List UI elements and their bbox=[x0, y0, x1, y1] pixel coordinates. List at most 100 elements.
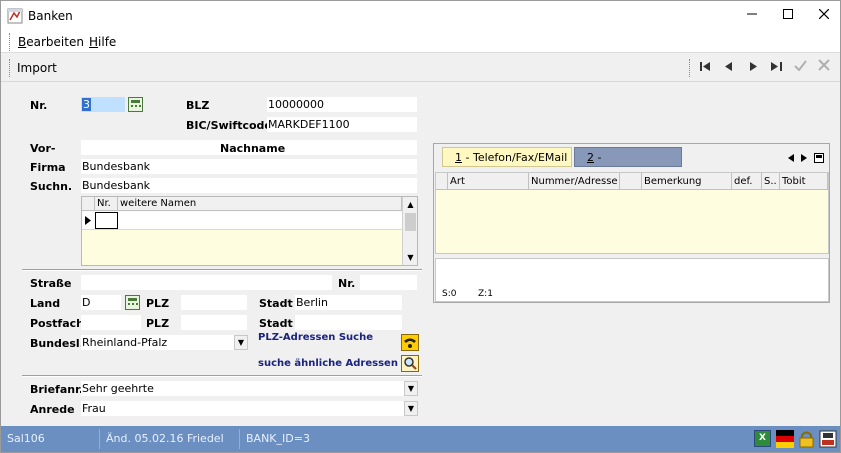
phone-col-bemerkung: Bemerkung bbox=[642, 173, 732, 190]
status-user: Sal106 bbox=[7, 432, 45, 445]
menu-hilfe-mnemonic: H bbox=[89, 35, 99, 49]
prev-icon bbox=[725, 62, 732, 71]
menu-bearbeiten-mnemonic: B bbox=[18, 35, 27, 49]
import-button[interactable]: Import bbox=[17, 61, 57, 75]
briefanrede-select[interactable]: Sehr geehrte bbox=[81, 381, 404, 396]
anrede-select[interactable]: Frau bbox=[81, 401, 404, 416]
suchn-label: Suchn. bbox=[30, 180, 73, 193]
phone-col-blank bbox=[620, 173, 642, 190]
blz-label: BLZ bbox=[186, 99, 210, 112]
stadt2-label: Stadt bbox=[259, 317, 293, 330]
prev-record-button[interactable] bbox=[720, 59, 738, 77]
nr-label: Nr. bbox=[30, 99, 48, 112]
postfach-stadt-field[interactable] bbox=[295, 315, 402, 330]
next-icon bbox=[750, 62, 757, 71]
post-horn-icon[interactable] bbox=[401, 334, 419, 351]
first-record-button[interactable] bbox=[696, 59, 714, 77]
bic-label: BIC/Swiftcode bbox=[186, 119, 272, 132]
cancel-button[interactable] bbox=[815, 59, 833, 77]
menu-bar: Bearbeiten Hilfe bbox=[1, 31, 840, 53]
stadt-field[interactable]: Berlin bbox=[295, 295, 402, 310]
first-icon bbox=[699, 62, 710, 71]
nav-grip bbox=[689, 59, 691, 77]
names-grid-col-nr: Nr. bbox=[95, 197, 118, 211]
tab-telefon-number: 1 bbox=[455, 151, 462, 164]
phone-col-def: def. bbox=[732, 173, 762, 190]
maximize-button[interactable] bbox=[771, 1, 805, 31]
strasse-nr-label: Nr. bbox=[338, 277, 356, 290]
blz-field[interactable]: 10000000 bbox=[267, 97, 417, 112]
scroll-up-icon[interactable]: ▲ bbox=[403, 197, 418, 212]
confirm-button[interactable] bbox=[791, 59, 809, 77]
lock-icon[interactable] bbox=[798, 430, 815, 448]
tab-telefon-label: - Telefon/Fax/EMail bbox=[462, 151, 568, 164]
stadt-label: Stadt bbox=[259, 297, 293, 310]
land-field[interactable]: D bbox=[81, 295, 121, 310]
menu-hilfe[interactable]: Hilfe bbox=[89, 35, 116, 49]
magnifier-icon[interactable] bbox=[401, 355, 419, 372]
briefanrede-dropdown-icon[interactable]: ▼ bbox=[404, 381, 418, 396]
plz-field[interactable] bbox=[181, 295, 247, 310]
tab-scroll-right-icon[interactable] bbox=[801, 154, 807, 162]
strasse-field[interactable] bbox=[81, 275, 332, 290]
hausnr-field[interactable] bbox=[360, 275, 417, 290]
close-button[interactable] bbox=[807, 1, 841, 31]
plz-search-link[interactable]: PLZ-Adressen Suche bbox=[258, 332, 373, 343]
names-grid-scrollbar[interactable]: ▲ ▼ bbox=[402, 197, 417, 265]
similar-address-link[interactable]: suche ähnliche Adressen bbox=[258, 358, 398, 369]
anrede-label: Anrede bbox=[30, 403, 75, 416]
cancel-x-icon bbox=[818, 59, 830, 71]
tab-popout-icon[interactable] bbox=[814, 153, 824, 163]
scroll-thumb[interactable] bbox=[405, 213, 416, 231]
menu-bearbeiten[interactable]: Bearbeiten bbox=[18, 35, 84, 49]
maximize-icon bbox=[783, 9, 793, 19]
plz2-label: PLZ bbox=[146, 317, 170, 330]
bic-field[interactable]: MARKDEF1100 bbox=[267, 117, 417, 132]
contact-tab-panel: 1 - Telefon/Fax/EMail 2 - Bemerkungen Ar… bbox=[433, 143, 830, 303]
suchn-field[interactable]: Bundesbank bbox=[81, 178, 417, 193]
firma-field[interactable]: Bundesbank bbox=[81, 159, 417, 174]
bundesland-dropdown-icon[interactable]: ▼ bbox=[234, 335, 248, 350]
bundesland-select[interactable]: Rheinland-Pfalz bbox=[81, 335, 234, 350]
names-grid-corner bbox=[82, 197, 95, 211]
phone-detail-area[interactable]: S:0 Z:1 bbox=[435, 258, 829, 302]
table-row[interactable] bbox=[82, 212, 402, 230]
banken-window: Banken Bearbeiten Hilfe Import Nr. 3 BLZ… bbox=[0, 0, 841, 453]
next-record-button[interactable] bbox=[744, 59, 762, 77]
menu-hilfe-label: ilfe bbox=[98, 35, 117, 49]
nachname-label: Nachname bbox=[220, 142, 286, 155]
calculator-icon[interactable] bbox=[125, 295, 140, 310]
tab-bemerkungen[interactable]: 2 - Bemerkungen bbox=[574, 147, 682, 183]
menu-grip bbox=[9, 33, 11, 51]
status-bank-id: BANK_ID=3 bbox=[239, 429, 749, 449]
phone-grid-corner bbox=[436, 173, 448, 190]
names-grid-col-names: weitere Namen bbox=[118, 197, 402, 211]
tab-scroll-left-icon[interactable] bbox=[788, 154, 794, 162]
plz-label: PLZ bbox=[146, 297, 170, 310]
last-record-button[interactable] bbox=[767, 59, 785, 77]
printer-icon[interactable] bbox=[819, 430, 837, 448]
vor-label: Vor- bbox=[30, 142, 56, 155]
postfach-field[interactable] bbox=[81, 315, 141, 330]
strasse-label: Straße bbox=[30, 277, 72, 290]
close-icon bbox=[818, 8, 830, 20]
title-bar: Banken bbox=[1, 1, 840, 31]
status-changed: Änd. 05.02.16 Friedel bbox=[99, 429, 239, 449]
scroll-down-icon[interactable]: ▼ bbox=[403, 250, 418, 265]
nr-field[interactable]: 3 bbox=[81, 97, 125, 112]
excel-export-icon[interactable]: X bbox=[754, 430, 771, 447]
postfach-plz-field[interactable] bbox=[181, 315, 247, 330]
names-grid-nr-cell[interactable] bbox=[95, 212, 118, 229]
anrede-dropdown-icon[interactable]: ▼ bbox=[404, 401, 418, 416]
nr-value: 3 bbox=[82, 98, 91, 111]
phone-col-s: S.. bbox=[762, 173, 780, 190]
calculator-icon[interactable] bbox=[128, 97, 143, 112]
checkmark-icon bbox=[793, 60, 807, 72]
minimize-button[interactable] bbox=[735, 1, 769, 31]
menu-bearbeiten-label: earbeiten bbox=[26, 35, 84, 49]
german-flag-icon[interactable] bbox=[776, 430, 794, 448]
separator bbox=[22, 375, 422, 377]
toolbar-grip bbox=[9, 59, 11, 77]
row-pointer-icon bbox=[85, 216, 91, 225]
tab-telefon[interactable]: 1 - Telefon/Fax/EMail bbox=[442, 147, 572, 167]
